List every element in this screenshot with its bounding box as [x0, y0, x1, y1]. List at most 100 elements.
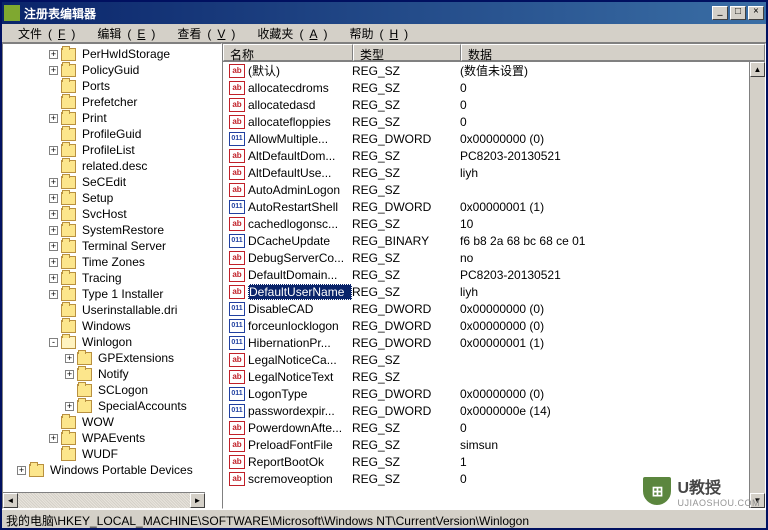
tree-item[interactable]: Prefetcher — [3, 94, 221, 110]
expand-icon[interactable]: + — [17, 466, 26, 475]
string-value-icon: ab — [229, 64, 245, 78]
maximize-button[interactable]: □ — [730, 6, 746, 20]
tree-item[interactable]: +SpecialAccounts — [3, 398, 221, 414]
column-name[interactable]: 名称 — [223, 44, 353, 61]
expand-icon[interactable]: + — [65, 402, 74, 411]
tree-item[interactable]: +Type 1 Installer — [3, 286, 221, 302]
expand-icon[interactable]: + — [49, 178, 58, 187]
tree-item[interactable]: +Print — [3, 110, 221, 126]
menu-view[interactable]: 查看(V) — [165, 23, 241, 44]
list-row[interactable]: aballocatefloppiesREG_SZ0 — [223, 113, 765, 130]
tree-item[interactable]: +Windows Portable Devices — [3, 462, 221, 478]
tree-item[interactable]: +PolicyGuid — [3, 62, 221, 78]
list-row[interactable]: 011AutoRestartShellREG_DWORD0x00000001 (… — [223, 198, 765, 215]
list-row[interactable]: abDebugServerCo...REG_SZno — [223, 249, 765, 266]
tree-item[interactable]: +PerHwIdStorage — [3, 46, 221, 62]
tree-item[interactable]: +ProfileList — [3, 142, 221, 158]
list-row[interactable]: abcachedlogonsc...REG_SZ10 — [223, 215, 765, 232]
column-type[interactable]: 类型 — [353, 44, 461, 61]
expand-icon[interactable]: + — [49, 258, 58, 267]
expand-icon[interactable]: + — [49, 114, 58, 123]
list-row[interactable]: 011passwordexpir...REG_DWORD0x0000000e (… — [223, 402, 765, 419]
tree-item[interactable]: +SystemRestore — [3, 222, 221, 238]
tree-item[interactable]: +Notify — [3, 366, 221, 382]
list-row[interactable]: 011LogonTypeREG_DWORD0x00000000 (0) — [223, 385, 765, 402]
list-row[interactable]: abDefaultUserNameREG_SZliyh — [223, 283, 765, 300]
value-name: PreloadFontFile — [248, 438, 352, 452]
list-row[interactable]: abReportBootOkREG_SZ1 — [223, 453, 765, 470]
tree-item[interactable]: related.desc — [3, 158, 221, 174]
menu-file[interactable]: 文件(F) — [6, 23, 81, 44]
expand-icon[interactable]: + — [49, 146, 58, 155]
tree-item[interactable]: ProfileGuid — [3, 126, 221, 142]
tree-item[interactable]: +GPExtensions — [3, 350, 221, 366]
minimize-button[interactable]: _ — [712, 6, 728, 20]
value-type: REG_DWORD — [352, 132, 460, 146]
scroll-right-icon[interactable]: ► — [190, 493, 205, 508]
folder-icon — [61, 208, 76, 221]
list-row[interactable]: abLegalNoticeTextREG_SZ — [223, 368, 765, 385]
list-scrollbar-v[interactable]: ▲ ▼ — [749, 62, 765, 508]
tree-item[interactable]: Ports — [3, 78, 221, 94]
value-list[interactable]: ab(默认)REG_SZ(数值未设置)aballocatecdromsREG_S… — [223, 62, 765, 487]
tree-item[interactable]: WUDF — [3, 446, 221, 462]
expand-icon[interactable]: + — [65, 370, 74, 379]
tree-scrollbar-h[interactable]: ◄ ► — [3, 492, 205, 508]
collapse-icon[interactable]: - — [49, 338, 58, 347]
list-row[interactable]: 011forceunlocklogonREG_DWORD0x00000000 (… — [223, 317, 765, 334]
expand-icon[interactable]: + — [49, 210, 58, 219]
shield-icon: ⊞ — [641, 475, 673, 507]
tree-item[interactable]: +WPAEvents — [3, 430, 221, 446]
list-row[interactable]: abAutoAdminLogonREG_SZ — [223, 181, 765, 198]
value-name: AllowMultiple... — [248, 132, 352, 146]
list-row[interactable]: abDefaultDomain...REG_SZPC8203-20130521 — [223, 266, 765, 283]
expand-icon[interactable]: + — [49, 66, 58, 75]
list-row[interactable]: 011DisableCADREG_DWORD0x00000000 (0) — [223, 300, 765, 317]
tree-item[interactable]: +SvcHost — [3, 206, 221, 222]
tree-item[interactable]: -Winlogon — [3, 334, 221, 350]
value-data: 0x00000000 (0) — [460, 319, 765, 333]
list-row[interactable]: 011DCacheUpdateREG_BINARYf6 b8 2a 68 bc … — [223, 232, 765, 249]
tree-item[interactable]: +Setup — [3, 190, 221, 206]
menu-help[interactable]: 帮助(H) — [337, 23, 414, 44]
folder-icon — [61, 448, 76, 461]
list-row[interactable]: aballocatecdromsREG_SZ0 — [223, 79, 765, 96]
tree-item[interactable]: Userinstallable.dri — [3, 302, 221, 318]
scroll-left-icon[interactable]: ◄ — [3, 493, 18, 508]
tree-item[interactable]: +Terminal Server — [3, 238, 221, 254]
expand-icon[interactable]: + — [49, 290, 58, 299]
list-row[interactable]: abPowerdownAfte...REG_SZ0 — [223, 419, 765, 436]
list-row[interactable]: abAltDefaultUse...REG_SZliyh — [223, 164, 765, 181]
value-type: REG_SZ — [352, 149, 460, 163]
expand-icon[interactable]: + — [49, 226, 58, 235]
string-value-icon: ab — [229, 268, 245, 282]
list-row[interactable]: abLegalNoticeCa...REG_SZ — [223, 351, 765, 368]
expand-icon[interactable]: + — [65, 354, 74, 363]
tree-item[interactable]: WOW — [3, 414, 221, 430]
tree-item[interactable]: +Time Zones — [3, 254, 221, 270]
value-data: PC8203-20130521 — [460, 149, 765, 163]
expand-icon[interactable]: + — [49, 50, 58, 59]
scroll-up-icon[interactable]: ▲ — [750, 62, 765, 77]
list-row[interactable]: 011HibernationPr...REG_DWORD0x00000001 (… — [223, 334, 765, 351]
menu-favorites[interactable]: 收藏夹(A) — [245, 23, 333, 44]
value-data: 1 — [460, 455, 765, 469]
expand-icon[interactable]: + — [49, 242, 58, 251]
tree-item[interactable]: Windows — [3, 318, 221, 334]
registry-tree[interactable]: +PerHwIdStorage+PolicyGuidPortsPrefetche… — [3, 44, 221, 480]
tree-item[interactable]: SCLogon — [3, 382, 221, 398]
list-row[interactable]: aballocatedasdREG_SZ0 — [223, 96, 765, 113]
list-row[interactable]: 011AllowMultiple...REG_DWORD0x00000000 (… — [223, 130, 765, 147]
expand-icon[interactable]: + — [49, 434, 58, 443]
menu-edit[interactable]: 编辑(E) — [85, 23, 161, 44]
expand-icon[interactable]: + — [49, 194, 58, 203]
tree-item[interactable]: +SeCEdit — [3, 174, 221, 190]
value-type: REG_SZ — [352, 285, 460, 299]
list-row[interactable]: abPreloadFontFileREG_SZsimsun — [223, 436, 765, 453]
column-data[interactable]: 数据 — [461, 44, 765, 61]
close-button[interactable]: × — [748, 6, 764, 20]
expand-icon[interactable]: + — [49, 274, 58, 283]
list-row[interactable]: abAltDefaultDom...REG_SZPC8203-20130521 — [223, 147, 765, 164]
list-row[interactable]: ab(默认)REG_SZ(数值未设置) — [223, 62, 765, 79]
tree-item[interactable]: +Tracing — [3, 270, 221, 286]
